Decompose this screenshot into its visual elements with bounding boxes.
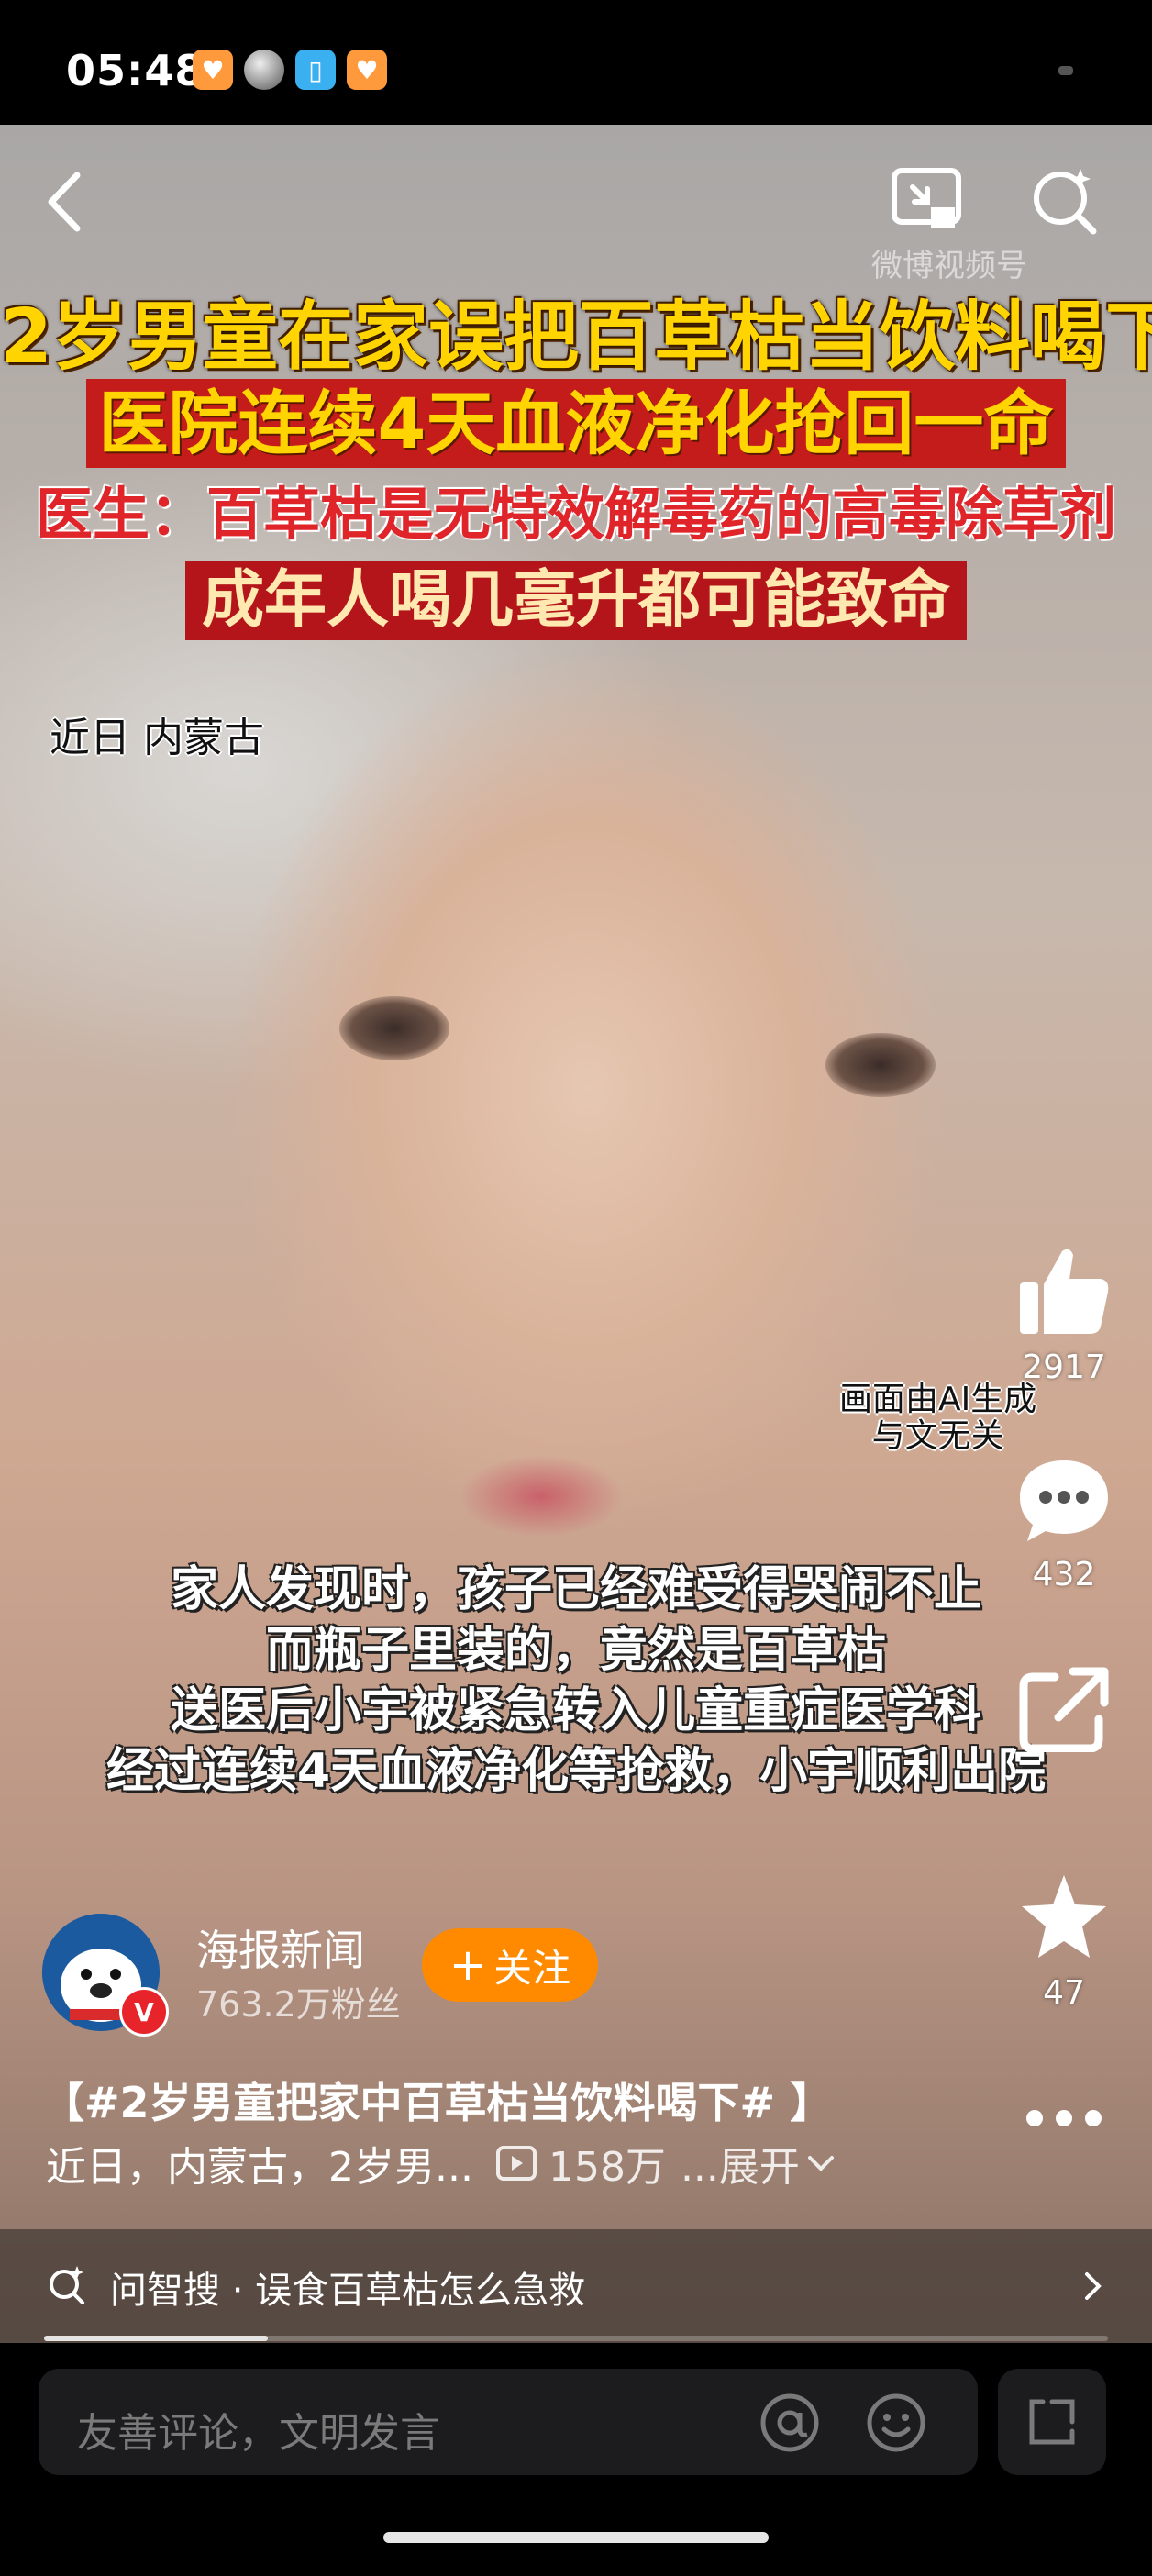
back-button[interactable] xyxy=(37,165,92,239)
comment-placeholder: 友善评论，文明发言 xyxy=(77,2410,440,2457)
heart-app-icon: ♥ xyxy=(193,50,233,90)
more-options-button[interactable] xyxy=(1009,2106,1119,2134)
status-notification-icons: ♥ ▯ ♥ xyxy=(193,50,387,90)
chevron-left-icon xyxy=(48,172,81,232)
subtitle-line: 经过连续4天血液净化等抢救，小宇顺利出院 xyxy=(105,1744,1047,1799)
subtitle-line: 家人发现时，孩子已经难受得哭闹不止 xyxy=(170,1562,981,1617)
cast-screen-icon xyxy=(892,168,961,228)
comment-count: 432 xyxy=(1032,1556,1096,1593)
verified-badge-icon: V xyxy=(119,1987,169,2037)
like-button[interactable]: 2917 xyxy=(1009,1246,1119,1386)
video-progress-bar[interactable] xyxy=(44,2336,1108,2341)
follow-button[interactable]: + 关注 xyxy=(422,1928,598,2002)
home-indicator[interactable] xyxy=(383,2532,769,2543)
video-headline-2: 医院连续4天血液净化抢回一命 xyxy=(0,367,1152,468)
chevron-right-icon xyxy=(1085,2272,1102,2300)
share-button[interactable] xyxy=(1009,1666,1119,1756)
status-time: 05:48 xyxy=(66,46,205,95)
search-sparkle-icon xyxy=(50,2266,84,2304)
heart-app-icon-2: ♥ xyxy=(347,50,387,90)
book-app-icon: ▯ xyxy=(295,50,336,90)
video-frame-detail xyxy=(825,1033,936,1097)
expand-icon xyxy=(1029,2399,1075,2445)
at-mention-icon xyxy=(760,2393,819,2452)
thumbs-up-icon xyxy=(1020,1249,1109,1334)
like-count: 2917 xyxy=(1022,1349,1106,1386)
fullscreen-comment-button[interactable] xyxy=(998,2369,1106,2475)
chevron-down-icon xyxy=(807,2156,834,2171)
share-icon xyxy=(1019,1667,1109,1753)
subtitle-line: 送医后小宇被紧急转入儿童重症医学科 xyxy=(170,1683,981,1738)
more-dots-icon xyxy=(1026,2110,1102,2126)
favorite-button[interactable]: 47 xyxy=(1009,1871,1119,2012)
search-suggestion-text: 问智搜 · 误食百草枯怎么急救 xyxy=(110,2270,586,2312)
author-name[interactable]: 海报新闻 xyxy=(196,1917,365,1978)
comment-button[interactable]: 432 xyxy=(1009,1457,1119,1593)
star-icon xyxy=(1022,1875,1106,1958)
ai-search-suggestion[interactable]: 问智搜 · 误食百草枯怎么急救 xyxy=(0,2229,1152,2343)
plus-icon: + xyxy=(449,1939,487,1991)
video-frame-detail xyxy=(339,996,449,1060)
comment-input[interactable]: 友善评论，文明发言 xyxy=(39,2369,978,2475)
video-headline-4: 成年人喝几毫升都可能致命 xyxy=(0,549,1152,640)
video-progress-fill xyxy=(44,2336,268,2341)
favorite-count: 47 xyxy=(1043,1974,1085,2012)
play-count-icon xyxy=(495,2146,537,2181)
post-title[interactable]: 【#2岁男童把家中百草枯当饮料喝下# 】 xyxy=(42,2070,832,2130)
emoji-icon xyxy=(867,2393,925,2452)
subtitle-line: 而瓶子里装的，竟然是百草枯 xyxy=(265,1623,886,1678)
expand-link[interactable]: ...展开 xyxy=(681,2134,836,2193)
status-indicator xyxy=(1058,66,1073,75)
video-headline-3: 医生：百草枯是无特效解毒药的高毒除草剂 xyxy=(35,481,1116,548)
bottom-bar: 友善评论，文明发言 xyxy=(0,2343,1152,2576)
status-bar: 05:48 ♥ ▯ ♥ xyxy=(0,0,1152,125)
search-sparkle-icon xyxy=(1034,169,1097,235)
follow-label: 关注 xyxy=(493,1945,571,1991)
comment-bubble-icon xyxy=(1020,1460,1108,1541)
post-desc-text: 近日，内蒙古，2岁男... xyxy=(46,2144,473,2191)
video-place-label: 近日 内蒙古 xyxy=(50,715,264,761)
view-count: 158万 xyxy=(495,2134,666,2193)
cast-button[interactable] xyxy=(890,163,963,237)
post-description[interactable]: 近日，内蒙古，2岁男... 158万 ...展开 xyxy=(46,2134,836,2193)
author-fans: 763.2万粉丝 xyxy=(196,1984,401,2025)
orb-app-icon xyxy=(244,50,284,90)
video-frame-detail xyxy=(459,1455,624,1538)
ai-generated-note: 画面由AI生成 与文无关 xyxy=(839,1381,1037,1455)
search-button[interactable] xyxy=(1027,163,1101,237)
video-subtitles: 家人发现时，孩子已经难受得哭闹不止 而瓶子里装的，竟然是百草枯 送医后小宇被紧急… xyxy=(37,1560,1115,1802)
